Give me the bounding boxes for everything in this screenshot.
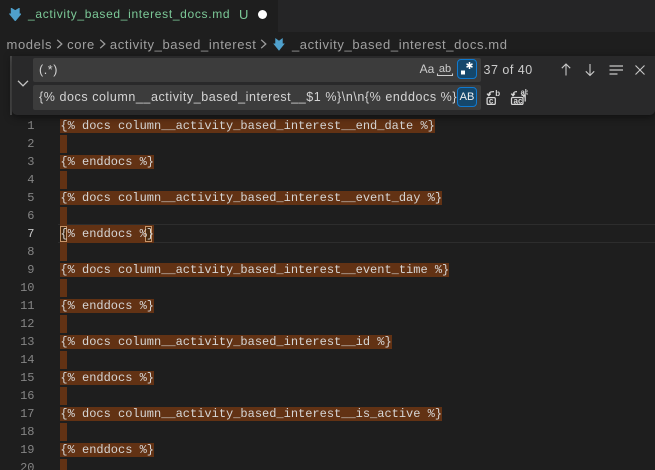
svg-text:ac: ac (514, 96, 523, 105)
svg-text:c: c (489, 96, 494, 105)
svg-text:ab: ab (439, 63, 451, 75)
svg-text:b: b (495, 89, 500, 98)
svg-text:ab: ab (521, 89, 528, 96)
